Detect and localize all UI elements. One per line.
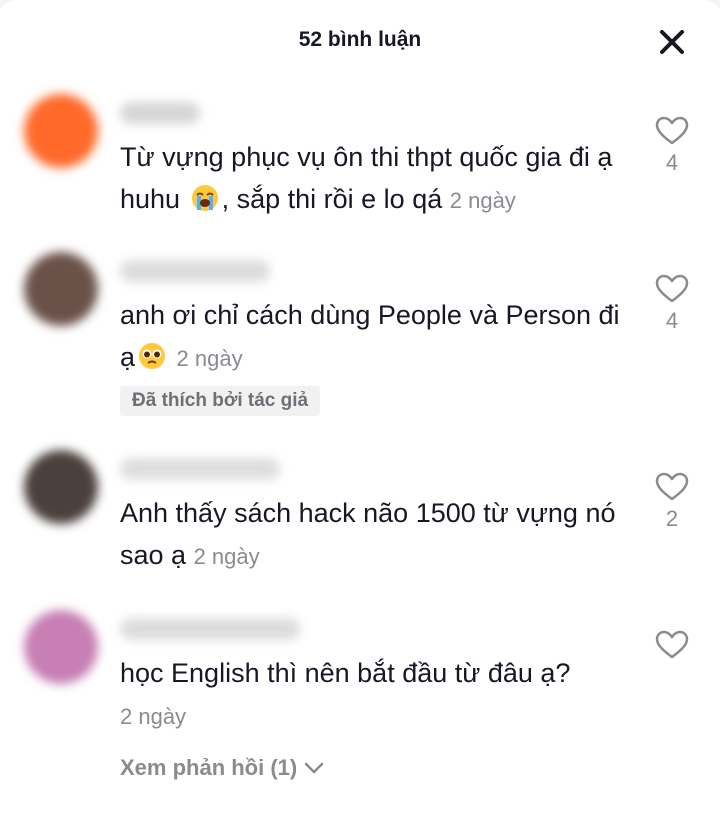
heart-outline-icon [655,472,689,501]
like-count: 2 [665,506,679,531]
avatar[interactable] [24,610,98,684]
comment-time: 2 ngày [449,188,516,213]
comment-item: Anh thấy sách hack não 1500 từ vựng nó s… [0,444,720,584]
comments-sheet-header: 52 bình luận [0,0,720,82]
comment-text-part: học English thì nên bắt đầu từ đâu ạ? [120,658,571,688]
like-button[interactable]: 4 [648,116,696,176]
view-replies-label: Xem phản hồi (1) [120,755,298,780]
like-button[interactable]: 2 [648,472,696,532]
username-blurred[interactable] [120,260,270,282]
comment-text: học English thì nên bắt đầu từ đâu ạ? 2 … [120,652,630,738]
like-count: 4 [665,150,679,175]
username-blurred[interactable] [120,618,300,640]
loudly-crying-face-icon [191,185,218,211]
comment-time: 2 ngày [176,346,243,371]
heart-outline-icon [655,274,689,303]
username-blurred[interactable] [120,102,200,124]
close-button[interactable] [652,22,692,62]
comment-text: Anh thấy sách hack não 1500 từ vựng nó s… [120,492,630,578]
comments-count-title: 52 bình luận [298,28,422,51]
heart-outline-icon [655,116,689,145]
avatar[interactable] [24,252,98,326]
avatar[interactable] [24,450,98,524]
avatar[interactable] [24,94,98,168]
username-blurred[interactable] [120,458,280,480]
comment-item: học English thì nên bắt đầu từ đâu ạ? 2 … [0,604,720,744]
comment-text: Từ vựng phục vụ ôn thi thpt quốc gia đi … [120,136,630,222]
liked-by-author-badge: Đã thích bởi tác giả [120,386,321,416]
like-button[interactable] [648,630,696,664]
comment-text-part: , sắp thi rồi e lo qá [221,184,443,214]
view-replies-button[interactable]: Xem phản hồi (1) [120,752,325,784]
comment-time: 2 ngày [120,704,187,729]
chevron-down-icon [305,762,324,774]
close-icon [660,30,684,54]
comment-item: anh ơi chỉ cách dùng People và Person đi… [0,246,720,426]
comment-item: Từ vựng phục vụ ôn thi thpt quốc gia đi … [0,88,720,228]
comment-time: 2 ngày [193,544,260,569]
heart-outline-icon [655,630,689,659]
pleading-face-icon [139,343,166,369]
like-count: 4 [665,308,679,333]
comment-text: anh ơi chỉ cách dùng People và Person đi… [120,294,630,380]
like-button[interactable]: 4 [648,274,696,334]
